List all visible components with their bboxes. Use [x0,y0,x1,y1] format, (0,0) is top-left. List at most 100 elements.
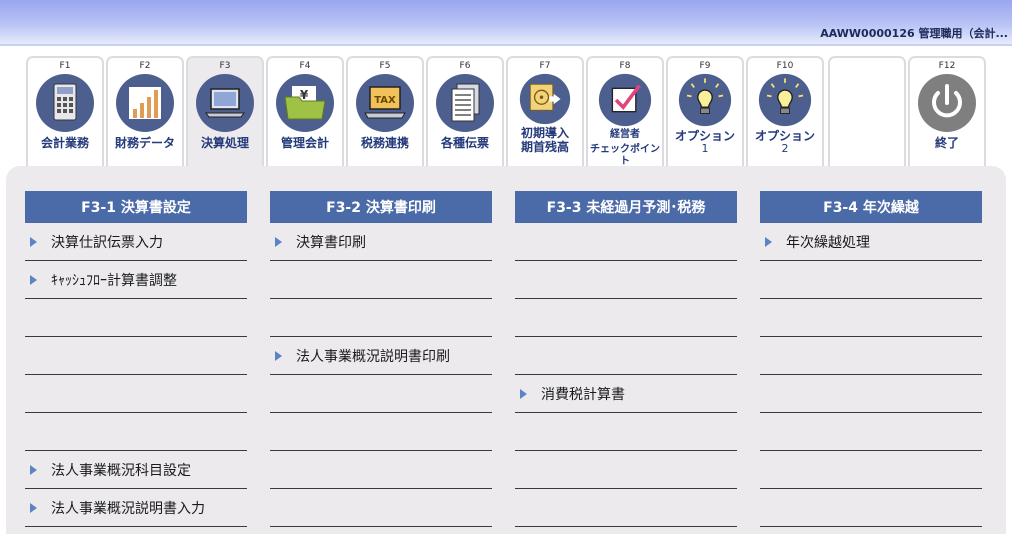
menu-item-label: 決算仕訳伝票入力 [51,234,163,251]
menu-item-label: 消費税計算書 [541,386,625,403]
menu-item-label: 年次繰越処理 [786,234,870,251]
arrow-icon [765,236,772,247]
column-header: F3-2 決算書印刷 [270,191,492,223]
fkey-code: F5 [379,61,391,71]
fkey-label: 財務データ [114,136,175,150]
menu-item-empty [515,413,737,451]
yen-folder-icon: ¥ [276,74,334,132]
fkey-f3-closing[interactable]: F3 決算処理 [186,56,264,170]
disc-export-icon [519,73,571,125]
column-header: F3-4 年次繰越 [760,191,982,223]
menu-item-closing-journal-entry[interactable]: 決算仕訳伝票入力 [25,223,247,261]
fkey-f4-management-accounting[interactable]: F4 ¥ 管理会計 [266,56,344,170]
menu-column-f3-2: F3-2 決算書印刷 決算書印刷 法人事業概況説明書印刷 [270,191,492,527]
fkey-f12-exit[interactable]: F12 終了 [908,56,986,170]
menu-item-consumption-tax-calculation[interactable]: 消費税計算書 [515,375,737,413]
fkey-code: F4 [299,61,311,71]
fkey-code: F7 [539,61,551,71]
fkey-f11-blank[interactable] [828,56,906,170]
checkbox-icon [598,73,652,127]
menu-item-business-overview-input[interactable]: 法人事業概況説明書入力 [25,489,247,527]
fkey-f2-financial-data[interactable]: F2 財務データ [106,56,184,170]
menu-item-empty [760,489,982,527]
fkey-sublabel: チェックポイント [590,144,660,167]
menu-item-print-financial-statements[interactable]: 決算書印刷 [270,223,492,261]
fkey-f9-option-1[interactable]: F9 オプション 1 [666,56,744,170]
menu-item-empty [25,413,247,451]
svg-text:TAX: TAX [374,95,396,106]
menu-item-empty [515,337,737,375]
fkey-code: F9 [699,61,711,71]
menu-column-f3-4: F3-4 年次繰越 年次繰越処理 [760,191,982,527]
menu-item-label: ｷｬｯｼｭﾌﾛｰ計算書調整 [51,272,177,289]
menu-item-empty [515,223,737,261]
menu-item-label: 決算書印刷 [296,234,366,251]
menu-item-label: 法人事業概況説明書入力 [51,500,205,517]
menu-item-empty [25,299,247,337]
fkey-label: 各種伝票 [440,136,489,150]
menu-column-f3-3: F3-3 未経過月予測･税務 消費税計算書 [515,191,737,527]
menu-item-empty [760,299,982,337]
fkey-code: F12 [938,61,956,71]
arrow-icon [30,502,37,513]
menu-item-empty [760,451,982,489]
menu-item-annual-carryover[interactable]: 年次繰越処理 [760,223,982,261]
fkey-code: F2 [139,61,151,71]
fkey-sublabel: 2 [781,142,789,155]
fkey-label: 管理会計 [280,136,329,150]
menu-item-empty [515,261,737,299]
lightbulb-icon [678,73,732,127]
fkey-label: 会計業務 [40,136,89,150]
fkey-label: オプション [674,129,735,143]
menu-item-empty [270,451,492,489]
laptop-icon [196,74,254,132]
column-header: F3-3 未経過月予測･税務 [515,191,737,223]
user-info: AAWW0000126 管理職用（会計... [820,27,1008,40]
menu-item-print-business-overview[interactable]: 法人事業概況説明書印刷 [270,337,492,375]
fkey-label: 経営者 [610,129,640,140]
arrow-icon [30,274,37,285]
fkey-f8-executive-checkpoint[interactable]: F8 経営者 チェックポイント [586,56,664,170]
column-header: F3-1 決算書設定 [25,191,247,223]
menu-item-empty [515,299,737,337]
lightbulb-icon [758,73,812,127]
fkey-label: 終了 [934,136,959,150]
arrow-icon [520,388,527,399]
fkey-sublabel: 1 [701,142,709,155]
fkey-f10-option-2[interactable]: F10 オプション 2 [746,56,824,170]
power-icon [918,74,976,132]
calculator-icon [36,74,94,132]
menu-item-business-overview-account-setup[interactable]: 法人事業概況科目設定 [25,451,247,489]
menu-item-empty [270,299,492,337]
menu-item-label: 法人事業概況説明書印刷 [296,348,450,365]
fkey-f5-tax-link[interactable]: F5 TAX 税務連携 [346,56,424,170]
menu-item-empty [760,337,982,375]
menu-item-empty [270,413,492,451]
menu-item-empty [270,489,492,527]
fkey-sublabel: 期首残高 [520,140,569,154]
fkey-code: F6 [459,61,471,71]
menu-item-empty [515,489,737,527]
menu-item-label: 法人事業概況科目設定 [51,462,191,479]
fkey-f1-accounting[interactable]: F1 会計業務 [26,56,104,170]
fkey-label: 税務連携 [360,136,409,150]
menu-item-empty [270,261,492,299]
fkey-label: 決算処理 [200,136,249,150]
fkey-code: F1 [59,61,71,71]
menu-item-empty [760,261,982,299]
menu-item-empty [270,375,492,413]
menu-column-f3-1: F3-1 決算書設定 決算仕訳伝票入力 ｷｬｯｼｭﾌﾛｰ計算書調整 法人事業概況… [25,191,247,527]
fkey-f6-vouchers[interactable]: F6 各種伝票 [426,56,504,170]
fkey-f7-initial-setup[interactable]: F7 初期導入 期首残高 [506,56,584,170]
fkey-code: F3 [219,61,231,71]
menu-item-empty [25,337,247,375]
menu-item-empty [760,413,982,451]
fkey-label: 初期導入 [520,126,569,140]
tax-laptop-icon: TAX [356,74,414,132]
arrow-icon [30,464,37,475]
arrow-icon [275,350,282,361]
top-banner: AAWW0000126 管理職用（会計... [0,0,1012,46]
arrow-icon [275,236,282,247]
menu-item-cash-flow-adjustment[interactable]: ｷｬｯｼｭﾌﾛｰ計算書調整 [25,261,247,299]
bar-chart-icon [116,74,174,132]
